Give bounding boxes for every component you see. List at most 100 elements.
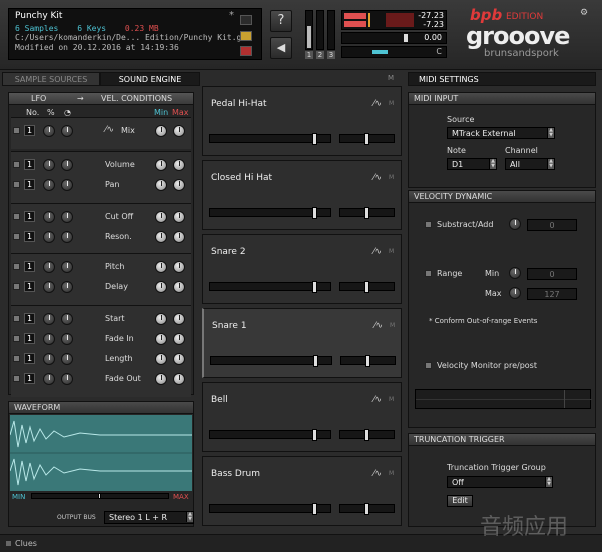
lfo-speed-knob[interactable] <box>61 159 73 171</box>
vel-conditions-label[interactable]: VEL. CONDITIONS <box>101 93 172 105</box>
slot-pan-slider[interactable] <box>339 503 395 515</box>
slot-volume-slider[interactable] <box>210 355 332 367</box>
source-spin-icon[interactable]: ▲ ▼ <box>547 128 554 138</box>
lfo-amount-knob[interactable] <box>43 179 55 191</box>
slot-wave-icon[interactable]: ⁄∿ <box>373 99 382 109</box>
output-bus-select[interactable]: Stereo 1 L + R ▲ ▼ <box>104 511 194 524</box>
slot-wave-icon[interactable]: ⁄∿ <box>373 395 382 405</box>
lfo-number[interactable]: 1 <box>24 261 35 272</box>
lfo-speed-knob[interactable] <box>61 333 73 345</box>
sample-slot[interactable]: Snare 2 ⁄∿ M <box>202 234 402 304</box>
slot-wave-icon[interactable]: ⁄∿ <box>374 321 383 331</box>
new-kit-icon[interactable] <box>240 15 252 25</box>
slot-volume-thumb[interactable] <box>312 503 317 515</box>
slot-pan-thumb[interactable] <box>365 355 370 367</box>
conform-label[interactable]: * Conform Out-of-range Events <box>429 317 537 325</box>
param-min-knob[interactable] <box>155 125 167 137</box>
slot-pan-slider[interactable] <box>339 207 395 219</box>
param-max-knob[interactable] <box>173 261 185 273</box>
param-min-knob[interactable] <box>155 231 167 243</box>
lfo-number[interactable]: 1 <box>24 281 35 292</box>
lfo-speed-knob[interactable] <box>61 281 73 293</box>
param-max-knob[interactable] <box>173 211 185 223</box>
output-bus-spin-icon[interactable]: ▲ ▼ <box>186 512 193 522</box>
lfo-number[interactable]: 1 <box>24 313 35 324</box>
edit-button[interactable]: Edit <box>447 495 473 507</box>
lfo-number[interactable]: 1 <box>24 125 35 136</box>
save-icon[interactable] <box>240 46 252 56</box>
slot-volume-slider[interactable] <box>209 133 331 145</box>
waveform-display[interactable] <box>9 415 192 491</box>
lfo-enable-checkbox[interactable] <box>13 263 20 270</box>
slot-volume-thumb[interactable] <box>312 281 317 293</box>
slot-volume-thumb[interactable] <box>312 429 317 441</box>
slot-pan-thumb[interactable] <box>364 503 369 515</box>
lfo-amount-knob[interactable] <box>43 231 55 243</box>
slot-pan-thumb[interactable] <box>364 281 369 293</box>
param-min-knob[interactable] <box>155 313 167 325</box>
lfo-enable-checkbox[interactable] <box>13 233 20 240</box>
lfo-number[interactable]: 1 <box>24 179 35 190</box>
meter-num-3[interactable]: 3 <box>327 51 335 59</box>
lfo-number[interactable]: 1 <box>24 211 35 222</box>
sample-slot[interactable]: Bell ⁄∿ M <box>202 382 402 452</box>
param-max-knob[interactable] <box>173 231 185 243</box>
slot-volume-thumb[interactable] <box>312 207 317 219</box>
sample-slot[interactable]: Pedal Hi-Hat ⁄∿ M <box>202 86 402 156</box>
wave-zoom-slider[interactable] <box>31 493 169 499</box>
slot-pan-slider[interactable] <box>340 355 396 367</box>
param-max-knob[interactable] <box>173 373 185 385</box>
monitor-checkbox[interactable] <box>425 362 432 369</box>
lfo-speed-knob[interactable] <box>61 125 73 137</box>
slot-pan-slider[interactable] <box>339 281 395 293</box>
lfo-speed-knob[interactable] <box>61 353 73 365</box>
slot-mute-mark[interactable]: M <box>389 248 394 255</box>
lfo-label[interactable]: LFO <box>31 93 46 105</box>
sample-slot[interactable]: Bass Drum ⁄∿ M <box>202 456 402 526</box>
slot-pan-slider[interactable] <box>339 133 395 145</box>
lfo-speed-knob[interactable] <box>61 313 73 325</box>
lfo-number[interactable]: 1 <box>24 373 35 384</box>
slot-wave-icon[interactable]: ⁄∿ <box>373 173 382 183</box>
lfo-enable-checkbox[interactable] <box>13 315 20 322</box>
lfo-enable-checkbox[interactable] <box>13 335 20 342</box>
lfo-amount-knob[interactable] <box>43 261 55 273</box>
meter-num-1[interactable]: 1 <box>305 51 313 59</box>
lfo-speed-knob[interactable] <box>61 231 73 243</box>
lfo-number[interactable]: 1 <box>24 333 35 344</box>
meter-num-2[interactable]: 2 <box>316 51 324 59</box>
speaker-button[interactable]: ◀ <box>270 37 292 59</box>
lfo-speed-knob[interactable] <box>61 179 73 191</box>
lfo-amount-knob[interactable] <box>43 125 55 137</box>
slot-volume-thumb[interactable] <box>312 133 317 145</box>
lfo-amount-knob[interactable] <box>43 159 55 171</box>
lfo-amount-knob[interactable] <box>43 211 55 223</box>
range-checkbox[interactable] <box>425 270 432 277</box>
param-max-knob[interactable] <box>173 281 185 293</box>
lfo-speed-knob[interactable] <box>61 373 73 385</box>
param-max-knob[interactable] <box>173 125 185 137</box>
lfo-enable-checkbox[interactable] <box>13 213 20 220</box>
lfo-amount-knob[interactable] <box>43 353 55 365</box>
open-folder-icon[interactable] <box>240 31 252 41</box>
source-select[interactable]: MTrack External ▲ ▼ <box>447 127 555 139</box>
lfo-enable-checkbox[interactable] <box>13 375 20 382</box>
param-max-knob[interactable] <box>173 353 185 365</box>
slot-volume-slider[interactable] <box>209 281 331 293</box>
param-min-knob[interactable] <box>155 159 167 171</box>
slot-pan-thumb[interactable] <box>364 207 369 219</box>
param-max-knob[interactable] <box>173 333 185 345</box>
slot-pan-slider[interactable] <box>339 429 395 441</box>
lfo-amount-knob[interactable] <box>43 281 55 293</box>
range-min-field[interactable]: 0 <box>527 268 577 280</box>
wave-zoom-thumb[interactable] <box>98 493 101 499</box>
kit-name[interactable]: Punchy Kit <box>15 11 255 22</box>
sample-slot[interactable]: Snare 1 ⁄∿ M <box>202 308 402 378</box>
settings-gear-icon[interactable]: ⚙ <box>580 8 592 18</box>
tab-sound-engine[interactable]: SOUND ENGINE <box>100 72 200 86</box>
slot-pan-thumb[interactable] <box>364 429 369 441</box>
channel-select[interactable]: All ▲ ▼ <box>505 158 555 170</box>
pan-display[interactable]: C <box>341 46 447 58</box>
close-mark[interactable]: * <box>229 10 234 21</box>
param-max-knob[interactable] <box>173 313 185 325</box>
